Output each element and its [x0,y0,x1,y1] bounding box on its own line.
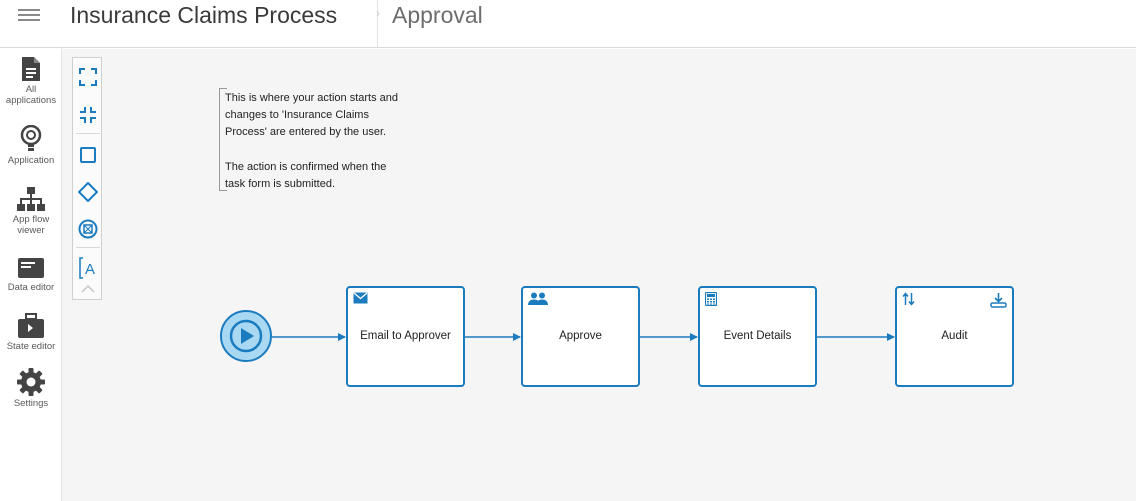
task-approve[interactable]: Approve [521,286,640,387]
task-label: Audit [941,330,968,342]
task-label: Approve [559,330,602,342]
task-audit[interactable]: Audit [895,286,1014,387]
calculator-icon [705,292,717,306]
flow-connectors [220,310,895,362]
start-event[interactable] [220,310,272,362]
sort-arrows-icon [902,292,915,306]
envelope-icon [353,292,368,304]
app-window: Insurance Claims Process › Approval All … [0,0,1136,501]
download-tray-icon [990,293,1007,308]
task-email-to-approver[interactable]: Email to Approver [346,286,465,387]
task-label: Event Details [723,330,792,342]
users-icon [528,292,548,305]
task-label: Email to Approver [360,330,451,342]
task-event-details[interactable]: Event Details [698,286,817,387]
